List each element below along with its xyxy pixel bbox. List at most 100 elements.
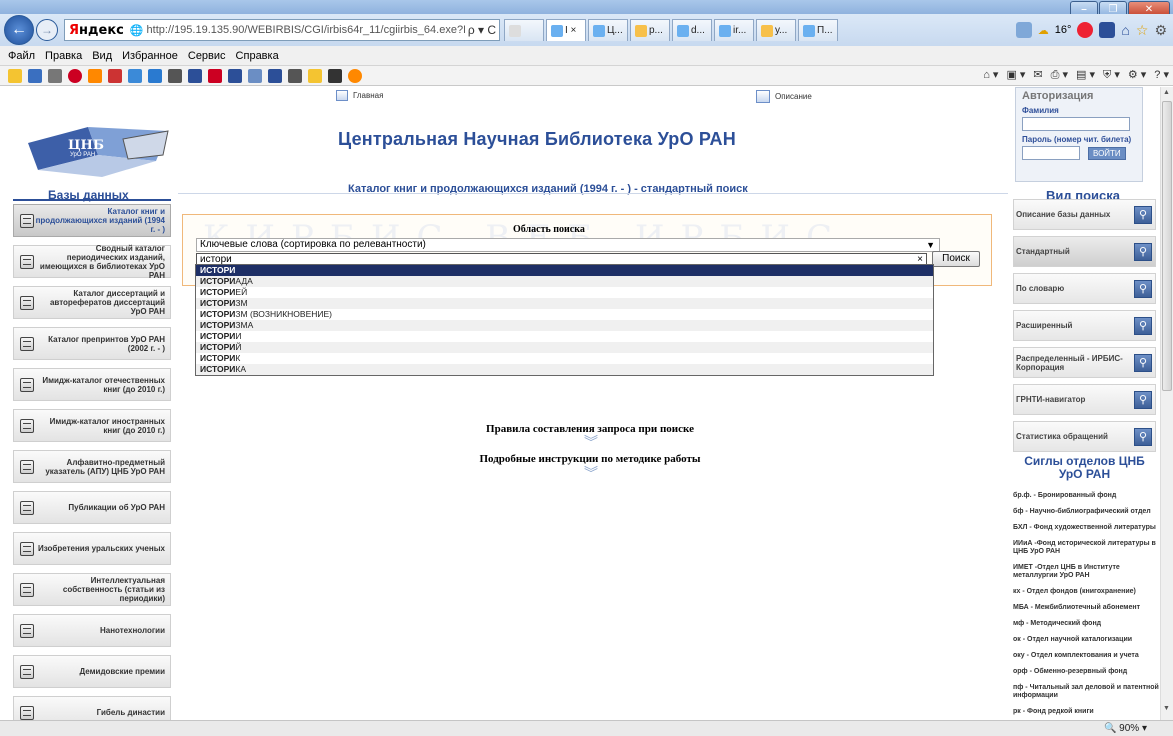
database-item[interactable]: Имидж-каталог отечественных книг (до 201… bbox=[13, 368, 171, 401]
search-mode-item[interactable]: Стандартный ⚲ bbox=[1013, 236, 1156, 267]
database-item[interactable]: Демидовские премии bbox=[13, 655, 171, 688]
address-tools[interactable]: ρ ▾ C bbox=[465, 23, 499, 37]
favbar-icon-2[interactable] bbox=[48, 68, 62, 83]
favbar-icon-11[interactable] bbox=[228, 68, 242, 83]
search-icon[interactable]: ⚲ bbox=[1134, 353, 1152, 372]
mail-icon[interactable] bbox=[1015, 22, 1032, 38]
database-item[interactable]: Гибель династии bbox=[13, 696, 171, 720]
safety-menu-icon[interactable]: ⛨ ▾ bbox=[1103, 68, 1120, 82]
browser-tab[interactable] bbox=[504, 19, 544, 41]
search-icon[interactable]: ⚲ bbox=[1134, 427, 1152, 446]
instructions-expand-icon[interactable]: ︾ bbox=[584, 466, 598, 480]
favbar-icon-13[interactable] bbox=[268, 68, 282, 83]
bookmark-icon[interactable] bbox=[1099, 22, 1116, 38]
vertical-scrollbar[interactable]: ▲ ▼ bbox=[1160, 87, 1173, 720]
database-item[interactable]: Каталог диссертаций и авторефератов дисс… bbox=[13, 286, 171, 319]
search-button[interactable]: Поиск bbox=[932, 251, 980, 267]
back-button[interactable]: ← bbox=[4, 15, 34, 45]
page-menu-icon[interactable]: ▤ ▾ bbox=[1076, 68, 1095, 82]
favorites-star-icon[interactable]: ☆ bbox=[1136, 22, 1149, 39]
favbar-icon-15[interactable] bbox=[308, 68, 322, 83]
favbar-icon-8[interactable] bbox=[168, 68, 182, 83]
search-area-select[interactable]: Ключевые слова (сортировка по релевантно… bbox=[196, 238, 940, 252]
favbar-icon-14[interactable] bbox=[288, 68, 302, 83]
suggestion-item[interactable]: ИСТОРИИ bbox=[196, 331, 933, 342]
search-icon[interactable]: ⚲ bbox=[1134, 205, 1152, 224]
browser-tab[interactable]: у... bbox=[756, 19, 796, 41]
suggestion-item[interactable]: ИСТОРИАДА bbox=[196, 276, 933, 287]
rules-expand-icon[interactable]: ︾ bbox=[584, 435, 598, 449]
menu-item[interactable]: Вид bbox=[92, 50, 112, 62]
database-item[interactable]: Интеллектуальная собственность (статьи и… bbox=[13, 573, 171, 606]
favbar-icon-6[interactable] bbox=[128, 68, 142, 83]
search-mode-item[interactable]: Распределенный - ИРБИС-Корпорация ⚲ bbox=[1013, 347, 1156, 378]
browser-tab[interactable]: П... bbox=[798, 19, 838, 41]
suggestion-item[interactable]: ИСТОРИЙ bbox=[196, 342, 933, 353]
scroll-thumb[interactable] bbox=[1162, 101, 1172, 391]
suggestion-item[interactable]: ИСТОРИЗМА bbox=[196, 320, 933, 331]
browser-tab[interactable]: Ц... bbox=[588, 19, 628, 41]
browser-tab[interactable]: ir... bbox=[714, 19, 754, 41]
suggestion-item[interactable]: ИСТОРИ bbox=[196, 265, 933, 276]
favbar-icon-12[interactable] bbox=[248, 68, 262, 83]
surname-input[interactable] bbox=[1022, 117, 1130, 131]
favorites-star-icon[interactable] bbox=[8, 68, 22, 83]
favbar-icon-10[interactable] bbox=[208, 68, 222, 83]
scroll-up-icon[interactable]: ▲ bbox=[1163, 89, 1170, 96]
suggestion-item[interactable]: ИСТОРИЗМ bbox=[196, 298, 933, 309]
favbar-icon-1[interactable] bbox=[28, 68, 42, 83]
weather-icon[interactable]: ☁ bbox=[1038, 24, 1049, 37]
settings-gear-icon[interactable]: ⚙ bbox=[1154, 22, 1167, 39]
database-item[interactable]: Изобретения уральских ученых bbox=[13, 532, 171, 565]
home-link[interactable]: Главная bbox=[336, 90, 383, 101]
yandex-alert-icon[interactable] bbox=[1077, 22, 1094, 38]
search-mode-item[interactable]: ГРНТИ-навигатор ⚲ bbox=[1013, 384, 1156, 415]
favbar-icon-5[interactable] bbox=[108, 68, 122, 83]
favbar-icon-16[interactable] bbox=[328, 68, 342, 83]
search-icon[interactable]: ⚲ bbox=[1134, 390, 1152, 409]
mail-menu-icon[interactable]: ✉ bbox=[1033, 68, 1042, 82]
menu-item[interactable]: Избранное bbox=[122, 50, 178, 62]
instructions-link[interactable]: Подробные инструкции по методике работы bbox=[0, 453, 1000, 465]
database-item[interactable]: Каталог препринтов УрО РАН (2002 г. - ) bbox=[13, 327, 171, 360]
database-item[interactable]: Сводный каталог периодических изданий, и… bbox=[13, 244, 171, 280]
favbar-icon-4[interactable] bbox=[88, 68, 102, 83]
search-icon[interactable]: ⚲ bbox=[1134, 279, 1152, 298]
home-icon[interactable]: ⌂ bbox=[1121, 22, 1129, 38]
cnb-logo[interactable]: ЦНБ УрО РАН bbox=[18, 115, 178, 185]
search-mode-item[interactable]: Статистика обращений ⚲ bbox=[1013, 421, 1156, 452]
search-mode-item[interactable]: Расширенный ⚲ bbox=[1013, 310, 1156, 341]
favbar-icon-17[interactable] bbox=[348, 68, 362, 83]
feeds-icon[interactable]: ▣ ▾ bbox=[1006, 68, 1025, 82]
suggestion-item[interactable]: ИСТОРИЗМ (ВОЗНИКНОВЕНИЕ) bbox=[196, 309, 933, 320]
browser-tab[interactable]: d... bbox=[672, 19, 712, 41]
query-rules-link[interactable]: Правила составления запроса при поиске bbox=[0, 423, 1000, 435]
favbar-icon-9[interactable] bbox=[188, 68, 202, 83]
zoom-level[interactable]: 🔍 90% ▾ bbox=[1104, 723, 1147, 734]
scroll-down-icon[interactable]: ▼ bbox=[1163, 705, 1170, 712]
forward-button[interactable]: → bbox=[36, 19, 58, 41]
menu-item[interactable]: Файл bbox=[8, 50, 35, 62]
address-bar[interactable]: Яндекс 🌐 http://195.19.135.90/WEBIRBIS/C… bbox=[64, 19, 500, 41]
menu-item[interactable]: Справка bbox=[236, 50, 279, 62]
print-icon[interactable]: ⎙ ▾ bbox=[1051, 68, 1068, 82]
favbar-icon-3[interactable] bbox=[68, 68, 82, 83]
suggestion-item[interactable]: ИСТОРИКА bbox=[196, 364, 933, 375]
menu-item[interactable]: Сервис bbox=[188, 50, 226, 62]
search-icon[interactable]: ⚲ bbox=[1134, 316, 1152, 335]
menu-item[interactable]: Правка bbox=[45, 50, 82, 62]
password-input[interactable] bbox=[1022, 146, 1080, 160]
database-item[interactable]: Нанотехнологии bbox=[13, 614, 171, 647]
tools-menu-icon[interactable]: ⚙ ▾ bbox=[1128, 68, 1146, 82]
search-icon[interactable]: ⚲ bbox=[1134, 242, 1152, 261]
database-item[interactable]: Публикации об УрО РАН bbox=[13, 491, 171, 524]
suggestion-item[interactable]: ИСТОРИЕЙ bbox=[196, 287, 933, 298]
database-item[interactable]: Каталог книг и продолжающихся изданий (1… bbox=[13, 204, 171, 237]
login-button[interactable]: ВОЙТИ bbox=[1088, 146, 1126, 160]
search-mode-item[interactable]: По словарю ⚲ bbox=[1013, 273, 1156, 304]
browser-tab[interactable]: р... bbox=[630, 19, 670, 41]
help-menu-icon[interactable]: ? ▾ bbox=[1154, 68, 1169, 82]
browser-tab[interactable]: I × bbox=[546, 19, 586, 41]
favbar-icon-7[interactable] bbox=[148, 68, 162, 83]
suggestion-item[interactable]: ИСТОРИК bbox=[196, 353, 933, 364]
